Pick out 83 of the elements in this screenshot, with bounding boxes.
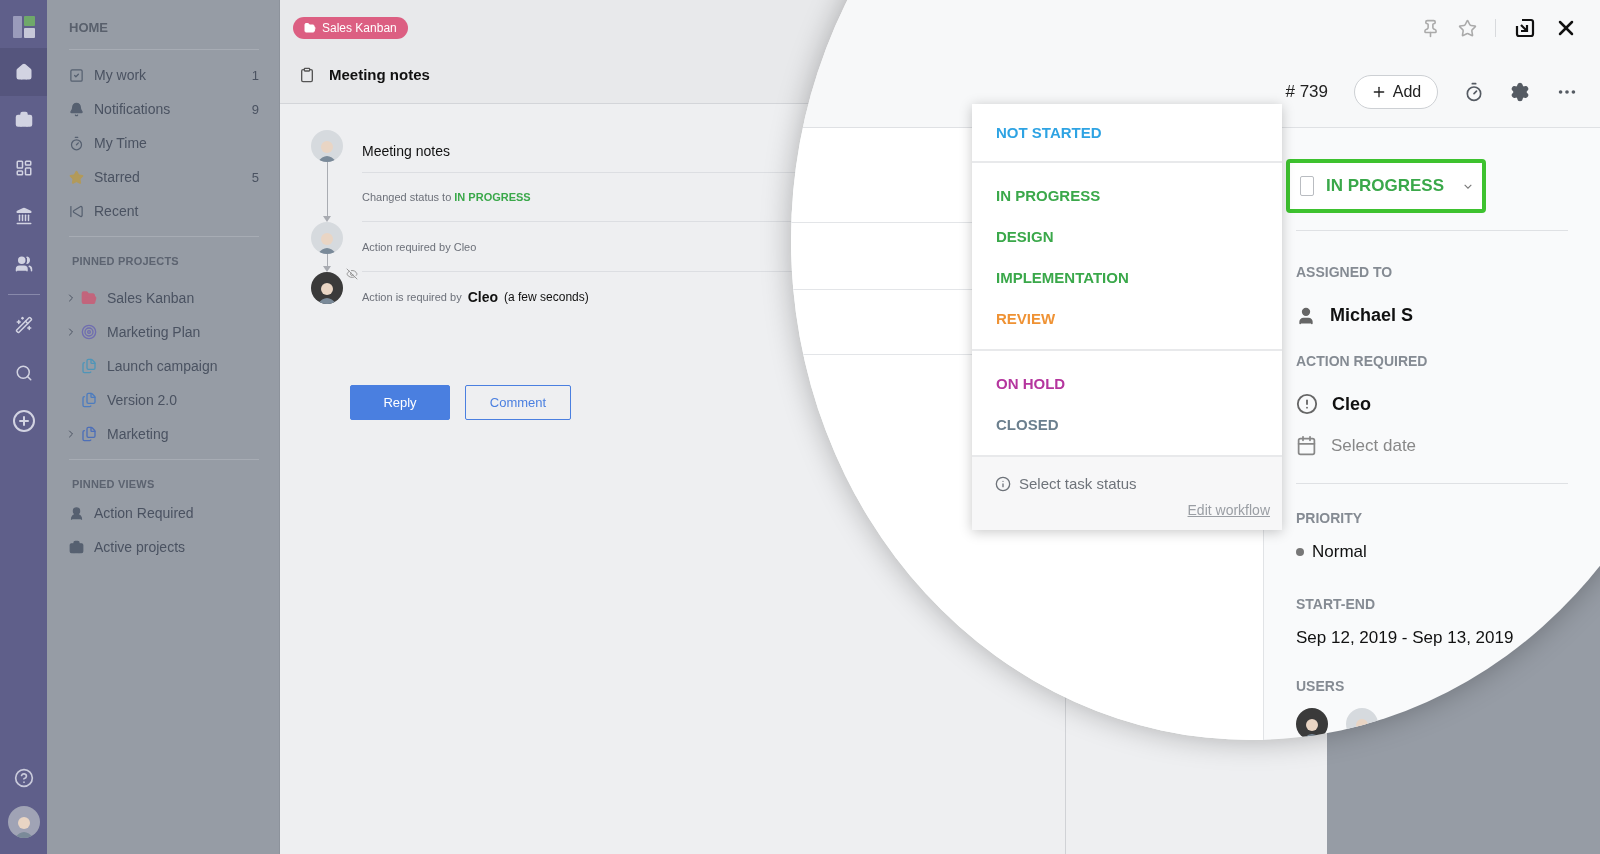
hint-text: Select task status	[1019, 475, 1137, 492]
date-range[interactable]: Sep 12, 2019 - Sep 13, 2019	[1296, 628, 1514, 648]
skip-back-icon	[69, 203, 84, 219]
nav-item[interactable]: Recent	[69, 194, 259, 228]
field-label: USERS	[1296, 678, 1346, 694]
stopwatch-icon	[69, 135, 84, 151]
task-title: Meeting notes	[329, 66, 430, 83]
avatar	[311, 130, 343, 162]
project-item[interactable]: Version 2.0	[69, 383, 259, 417]
project-chip[interactable]: Sales Kanban	[293, 17, 408, 39]
date-picker[interactable]: Select date	[1331, 435, 1417, 456]
status-checkbox[interactable]	[1300, 176, 1314, 196]
comment-button[interactable]: Comment	[465, 385, 571, 420]
nav-item[interactable]: My Time	[69, 126, 259, 160]
task-number: # 739	[1285, 81, 1328, 102]
exit-window-icon[interactable]	[1514, 17, 1536, 39]
folder-icon	[304, 22, 316, 34]
wand-icon	[14, 316, 33, 334]
settings-icon[interactable]	[1510, 81, 1530, 102]
section-title: PINNED VIEWS	[71, 477, 156, 492]
help-icon[interactable]	[13, 768, 34, 788]
bell-icon	[69, 101, 84, 117]
status-dropdown[interactable]: IN PROGRESS	[1286, 159, 1486, 213]
stopwatch-icon[interactable]	[1464, 81, 1484, 102]
project-item[interactable]: Marketing Plan	[69, 315, 259, 349]
field-label: PRIORITY	[1296, 510, 1364, 526]
reply-button[interactable]: Reply	[350, 385, 450, 420]
section-title: HOME	[69, 12, 259, 50]
nav-item[interactable]: My work 1	[69, 58, 259, 92]
check-icon	[69, 67, 84, 83]
avatar	[311, 222, 343, 254]
status-option[interactable]: REVIEW	[972, 298, 1282, 339]
status-option[interactable]: NOT STARTED	[972, 112, 1282, 153]
user-avatar	[7, 806, 40, 838]
add-button[interactable]: Add	[1354, 74, 1438, 109]
comment-text: Meeting notes	[362, 143, 450, 159]
field-label: ASSIGNED TO	[1296, 264, 1394, 280]
briefcase-icon	[69, 539, 84, 555]
bank-icon	[14, 207, 33, 225]
person-name[interactable]: Cleo	[1332, 393, 1371, 415]
view-item[interactable]: Action Required	[69, 496, 259, 530]
activity-text: Action is required by	[362, 291, 462, 303]
status-option[interactable]: IMPLEMENTATION	[972, 257, 1282, 298]
field-label: ACTION REQUIRED	[1296, 353, 1429, 369]
people-icon	[14, 255, 33, 273]
project-item[interactable]: Launch campaign	[69, 349, 259, 383]
status-option[interactable]: CLOSED	[972, 404, 1282, 445]
clipboard-icon	[299, 66, 315, 83]
person-icon	[1296, 305, 1316, 326]
status-option[interactable]: IN PROGRESS	[972, 175, 1282, 216]
project-item[interactable]: Sales Kanban	[69, 281, 259, 315]
person-name: Cleo	[467, 289, 498, 305]
priority-value[interactable]: Normal	[1312, 542, 1367, 562]
avatar	[311, 272, 343, 304]
pin-icon[interactable]	[1421, 18, 1440, 38]
star-icon[interactable]	[1458, 18, 1477, 38]
add-icon	[11, 409, 36, 433]
project-item[interactable]: Marketing	[69, 417, 259, 451]
nav-item[interactable]: Starred 5	[69, 160, 259, 194]
info-icon	[995, 475, 1011, 492]
edit-workflow-link[interactable]: Edit workflow	[1187, 502, 1270, 518]
home-icon	[14, 63, 33, 81]
view-item[interactable]: Active projects	[69, 530, 259, 564]
status-option[interactable]: DESIGN	[972, 216, 1282, 257]
status-option[interactable]: ON HOLD	[972, 363, 1282, 404]
app-logo-icon	[12, 16, 35, 38]
calendar-icon	[1296, 435, 1317, 456]
briefcase-icon	[14, 111, 33, 129]
activity-text: Action required by Cleo	[362, 240, 477, 253]
field-label: START-END	[1296, 596, 1377, 612]
time-text: (a few seconds)	[504, 290, 589, 304]
search-icon	[14, 364, 33, 382]
hidden-icon	[346, 268, 358, 280]
person-icon	[69, 505, 84, 521]
activity-text: Changed status to IN PROGRESS	[362, 191, 531, 203]
alert-icon	[1296, 393, 1318, 415]
star-icon	[69, 169, 84, 185]
board-icon	[14, 159, 33, 177]
priority-dot	[1296, 548, 1304, 556]
assignee-name[interactable]: Michael S	[1330, 305, 1414, 326]
chevron-icon	[1464, 182, 1472, 190]
section-title: PINNED PROJECTS	[71, 254, 180, 269]
nav-item[interactable]: Notifications 9	[69, 92, 259, 126]
